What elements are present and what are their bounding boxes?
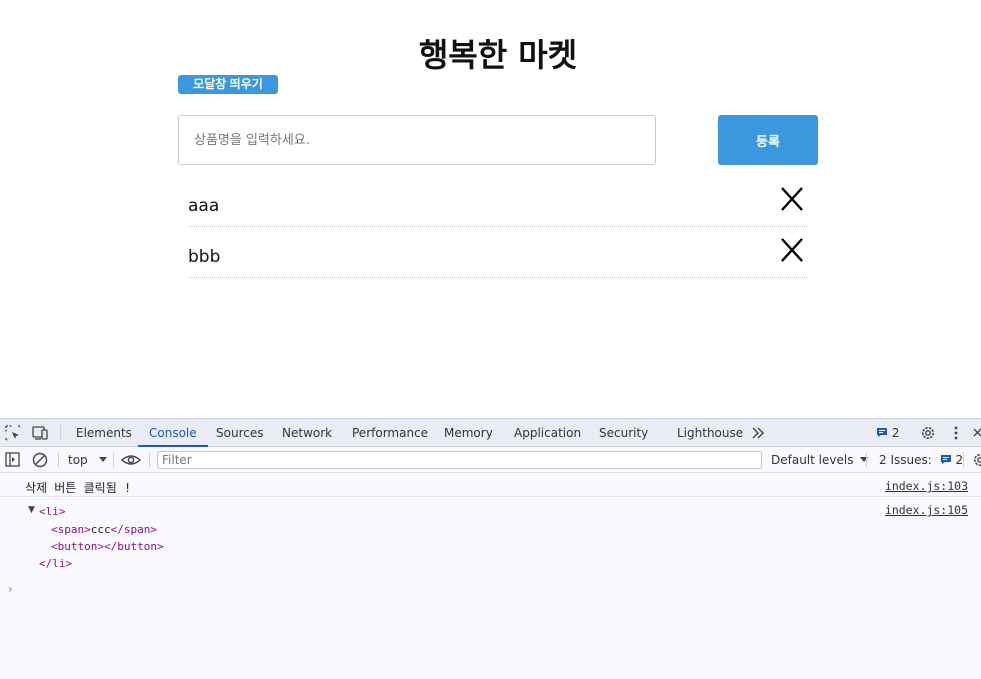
tab-application[interactable]: Application — [514, 419, 581, 447]
messages-badge[interactable]: 2 — [876, 419, 899, 447]
caret-down-icon — [860, 457, 869, 462]
tab-performance[interactable]: Performance — [352, 419, 428, 447]
page-title: 행복한 마켓 — [418, 36, 578, 74]
console-message: 삭제 버튼 클릭됨 ! index.js:103 — [0, 474, 981, 497]
log-levels-dropdown[interactable]: Default levels — [771, 447, 869, 473]
inspect-element-icon[interactable] — [4, 424, 22, 442]
message-icon — [940, 455, 951, 464]
tree-button-line[interactable]: <button></button> — [51, 540, 164, 553]
log-text: 삭제 버튼 클릭됨 ! — [25, 481, 132, 495]
tree-span-line[interactable]: <span>ccc</span> — [51, 523, 157, 536]
levels-label: Default levels — [771, 453, 854, 467]
console-prompt[interactable]: › — [8, 582, 13, 596]
source-link[interactable]: index.js:103 — [885, 479, 968, 493]
tab-network[interactable]: Network — [282, 419, 332, 447]
console-settings-icon[interactable] — [971, 451, 981, 469]
tree-li-open[interactable]: <li> — [39, 505, 66, 518]
close-icon — [781, 187, 803, 211]
caret-down-icon — [98, 457, 107, 462]
item-label: bbb — [188, 247, 221, 267]
devtools-panel: Elements Console Sources Network Perform… — [0, 418, 981, 679]
messages-count: 2 — [891, 426, 900, 440]
span-text: ccc — [90, 523, 111, 536]
issues-button[interactable]: 2 Issues: 2 — [879, 447, 963, 473]
web-page: 행복한 마켓 모달창 띄우기 등록 aaa bbb — [0, 0, 981, 418]
source-link[interactable]: index.js:105 — [885, 503, 968, 517]
tab-memory[interactable]: Memory — [444, 419, 493, 447]
item-label: aaa — [188, 196, 220, 216]
delete-button[interactable] — [779, 237, 805, 263]
tab-sources[interactable]: Sources — [216, 419, 263, 447]
close-icon — [781, 238, 803, 262]
gear-icon[interactable] — [919, 424, 937, 442]
sidebar-toggle-icon[interactable] — [4, 451, 22, 469]
tree-li-close[interactable]: </li> — [39, 557, 72, 570]
span-open-tag: <span> — [51, 523, 91, 536]
more-tabs-icon[interactable] — [750, 425, 766, 441]
clear-console-icon[interactable] — [31, 451, 49, 469]
product-name-input[interactable] — [178, 115, 656, 165]
context-selector[interactable]: top — [68, 447, 108, 473]
tab-security[interactable]: Security — [599, 419, 648, 447]
tab-elements[interactable]: Elements — [76, 419, 132, 447]
console-toolbar: top Default levels 2 Issues: 2 — [0, 447, 981, 473]
kebab-menu-icon[interactable] — [947, 424, 965, 442]
context-label: top — [68, 453, 88, 467]
tab-console[interactable]: Console — [138, 419, 208, 447]
issues-count: 2 — [955, 453, 964, 467]
delete-button[interactable] — [779, 186, 805, 212]
open-modal-button[interactable]: 모달창 띄우기 — [178, 75, 278, 94]
console-element-tree: ▼ <li> index.js:105 <span>ccc</span> <bu… — [0, 497, 981, 581]
list-item: aaa — [188, 176, 807, 227]
span-close-tag: </span> — [110, 523, 157, 536]
devtools-tabbar: Elements Console Sources Network Perform… — [0, 419, 981, 447]
eye-icon[interactable] — [120, 451, 142, 469]
console-output: 삭제 버튼 클릭됨 ! index.js:103 ▼ <li> index.js… — [0, 474, 981, 596]
list-item: bbb — [188, 227, 807, 278]
close-devtools-icon[interactable] — [971, 424, 981, 442]
register-button[interactable]: 등록 — [718, 115, 818, 165]
filter-input[interactable] — [157, 451, 762, 469]
issues-label: 2 Issues: — [879, 453, 932, 467]
product-list: aaa bbb — [188, 176, 807, 278]
tab-lighthouse[interactable]: Lighthouse — [677, 419, 743, 447]
caret-down-icon[interactable]: ▼ — [28, 505, 35, 515]
device-toolbar-icon[interactable] — [31, 424, 49, 442]
message-icon — [877, 428, 887, 437]
